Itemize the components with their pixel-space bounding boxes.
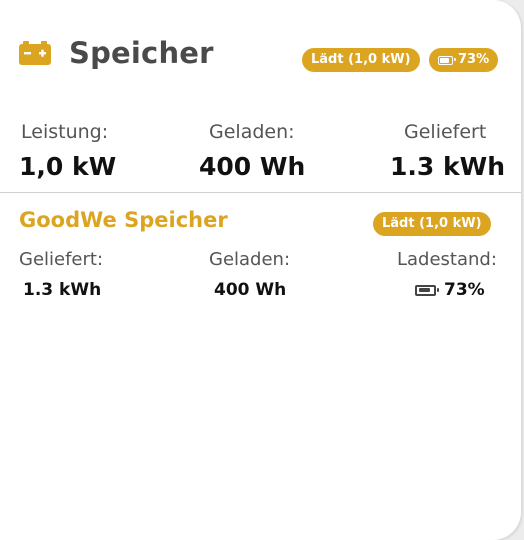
charging-status-badge: Lädt (1,0 kW) (302, 48, 420, 72)
device-charged-value: 400 Wh (214, 280, 287, 300)
soc-badge-value: 73% (458, 52, 490, 67)
card-header: Speicher (19, 36, 214, 70)
battery-level-icon (438, 55, 456, 65)
device-charged-label: Geladen: (209, 249, 291, 270)
delivered-label: Geliefert (404, 121, 487, 143)
device-name[interactable]: GoodWe Speicher (19, 208, 228, 232)
power-label: Leistung: (21, 121, 109, 143)
device-delivered-label: Geliefert: (19, 249, 104, 270)
battery-icon (19, 41, 51, 65)
device-delivered-value: 1.3 kWh (23, 280, 102, 300)
divider (0, 192, 521, 193)
soc-badge: 73% (429, 48, 499, 72)
charged-label: Geladen: (209, 121, 295, 143)
device-soc-label: Ladestand: (397, 249, 497, 270)
device-status-badge: Lädt (1,0 kW) (373, 212, 491, 236)
power-value: 1,0 kW (19, 152, 117, 181)
charged-value: 400 Wh (199, 152, 306, 181)
battery-level-icon (415, 284, 439, 296)
device-soc: 73% (415, 280, 485, 300)
card-title: Speicher (69, 36, 214, 70)
device-soc-value: 73% (444, 280, 485, 300)
storage-card: Speicher Lädt (1,0 kW) 73% Leistung: 1,0… (0, 0, 521, 540)
delivered-value: 1.3 kWh (390, 152, 505, 181)
